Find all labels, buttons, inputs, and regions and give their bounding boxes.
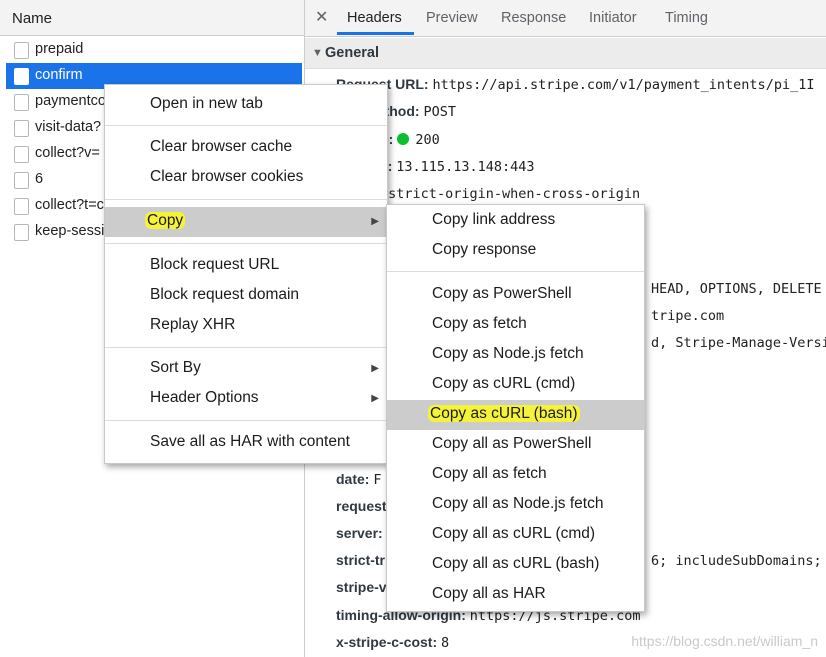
details-tabbar: ✕ Headers Preview Response Initiator Tim…: [305, 0, 826, 37]
submenu-item-copy-link-address[interactable]: Copy link address: [387, 206, 644, 236]
copy-label: Copy: [145, 212, 186, 229]
header-value: strict-origin-when-cross-origin: [388, 186, 641, 202]
submenu-item-copy-all-as-curl-bash[interactable]: Copy all as cURL (bash): [387, 550, 644, 580]
file-icon: [14, 198, 29, 215]
submenu-item-copy-all-as-har[interactable]: Copy all as HAR: [387, 580, 644, 610]
tab-response[interactable]: Response: [501, 10, 566, 26]
request-name: visit-data?: [35, 119, 102, 135]
request-name: paymentco: [35, 93, 106, 109]
request-row[interactable]: prepaid: [6, 37, 302, 63]
response-header-row: strict-tr: [336, 552, 385, 568]
request-url-row: Request URL: https://api.stripe.com/v1/p…: [336, 76, 814, 93]
copy-submenu: Copy link address Copy response Copy as …: [386, 204, 645, 612]
menu-item-header-options[interactable]: Header Options ▶: [105, 384, 387, 414]
submenu-item-copy-as-powershell[interactable]: Copy as PowerShell: [387, 280, 644, 310]
submenu-item-copy-response[interactable]: Copy response: [387, 236, 644, 266]
header-value-fragment: HEAD, OPTIONS, DELETE: [651, 281, 822, 297]
request-name: collect?v=: [35, 145, 100, 161]
response-header-row: server:: [336, 525, 383, 541]
name-column-label: Name: [12, 10, 53, 27]
menu-item-replay-xhr[interactable]: Replay XHR: [105, 311, 387, 341]
submenu-item-copy-all-as-nodejs-fetch[interactable]: Copy all as Node.js fetch: [387, 490, 644, 520]
close-icon[interactable]: ✕: [315, 7, 328, 27]
request-name: keep-sessi: [35, 223, 105, 239]
response-header-row: date: F: [336, 471, 381, 488]
request-name: 6: [35, 171, 44, 187]
submenu-item-copy-all-as-fetch[interactable]: Copy all as fetch: [387, 460, 644, 490]
menu-item-save-all-as-har[interactable]: Save all as HAR with content: [105, 428, 387, 458]
chevron-right-icon: ▶: [371, 393, 379, 404]
file-icon: [14, 146, 29, 163]
menu-separator: [387, 271, 644, 272]
menu-item-clear-browser-cookies[interactable]: Clear browser cookies: [105, 163, 387, 193]
file-icon: [14, 94, 29, 111]
status-ok-icon: [397, 133, 410, 145]
file-icon: [14, 68, 29, 85]
tab-initiator[interactable]: Initiator: [589, 10, 637, 26]
request-name: prepaid: [35, 41, 84, 57]
submenu-item-copy-as-curl-bash[interactable]: Copy as cURL (bash): [387, 400, 644, 430]
response-header-row: stripe-v: [336, 579, 387, 595]
menu-separator: [105, 347, 387, 348]
menu-item-open-in-new-tab[interactable]: Open in new tab: [105, 90, 387, 120]
file-icon: [14, 172, 29, 189]
general-section-header[interactable]: ▼ General: [305, 38, 826, 69]
header-value-fragment: tripe.com: [651, 308, 725, 324]
header-value: 200: [415, 132, 440, 148]
name-column-header[interactable]: Name: [0, 0, 304, 36]
submenu-item-copy-all-as-curl-cmd[interactable]: Copy all as cURL (cmd): [387, 520, 644, 550]
submenu-item-copy-as-fetch[interactable]: Copy as fetch: [387, 310, 644, 340]
chevron-right-icon: ▶: [371, 216, 379, 227]
header-value: F: [373, 472, 382, 488]
header-key: x-stripe-c-cost:: [336, 634, 438, 650]
request-name: confirm: [35, 67, 83, 83]
header-key: stripe-v: [336, 579, 387, 595]
file-icon: [14, 120, 29, 137]
menu-item-clear-browser-cache[interactable]: Clear browser cache: [105, 133, 387, 163]
header-value-fragment: d, Stripe-Manage-Versio: [651, 335, 826, 351]
copy-as-curl-bash-label: Copy as cURL (bash): [428, 405, 580, 422]
watermark: https://blog.csdn.net/william_n: [631, 633, 818, 649]
active-tab-indicator: [337, 32, 414, 35]
tab-timing[interactable]: Timing: [665, 10, 708, 26]
chevron-right-icon: ▶: [371, 363, 379, 374]
menu-separator: [105, 199, 387, 200]
menu-item-block-request-domain[interactable]: Block request domain: [105, 281, 387, 311]
menu-item-block-request-url[interactable]: Block request URL: [105, 251, 387, 281]
header-key: request: [336, 498, 387, 514]
menu-separator: [105, 243, 387, 244]
header-value-fragment: 6; includeSubDomains; p: [651, 553, 826, 569]
triangle-down-icon: ▼: [312, 47, 323, 59]
file-icon: [14, 224, 29, 241]
header-value: https://api.stripe.com/v1/payment_intent…: [432, 77, 815, 93]
header-value: POST: [423, 104, 456, 120]
header-value: 13.115.13.148:443: [396, 159, 535, 175]
file-icon: [14, 42, 29, 59]
header-value: 8: [441, 635, 450, 651]
context-menu: Open in new tab Clear browser cache Clea…: [104, 84, 388, 464]
menu-separator: [105, 420, 387, 421]
tab-headers[interactable]: Headers: [347, 10, 402, 26]
header-key: date:: [336, 471, 370, 487]
submenu-item-copy-all-as-powershell[interactable]: Copy all as PowerShell: [387, 430, 644, 460]
section-title: General: [325, 45, 379, 61]
header-key: strict-tr: [336, 552, 386, 568]
menu-item-copy[interactable]: Copy ▶: [105, 207, 387, 237]
response-header-row: request: [336, 498, 387, 514]
menu-separator: [105, 125, 387, 126]
request-name: collect?t=c: [35, 197, 104, 213]
submenu-item-copy-as-curl-cmd[interactable]: Copy as cURL (cmd): [387, 370, 644, 400]
submenu-item-copy-as-nodejs-fetch[interactable]: Copy as Node.js fetch: [387, 340, 644, 370]
response-header-row: x-stripe-c-cost: 8: [336, 634, 449, 651]
header-key: server:: [336, 525, 383, 541]
menu-item-sort-by[interactable]: Sort By ▶: [105, 354, 387, 384]
tab-preview[interactable]: Preview: [426, 10, 478, 26]
